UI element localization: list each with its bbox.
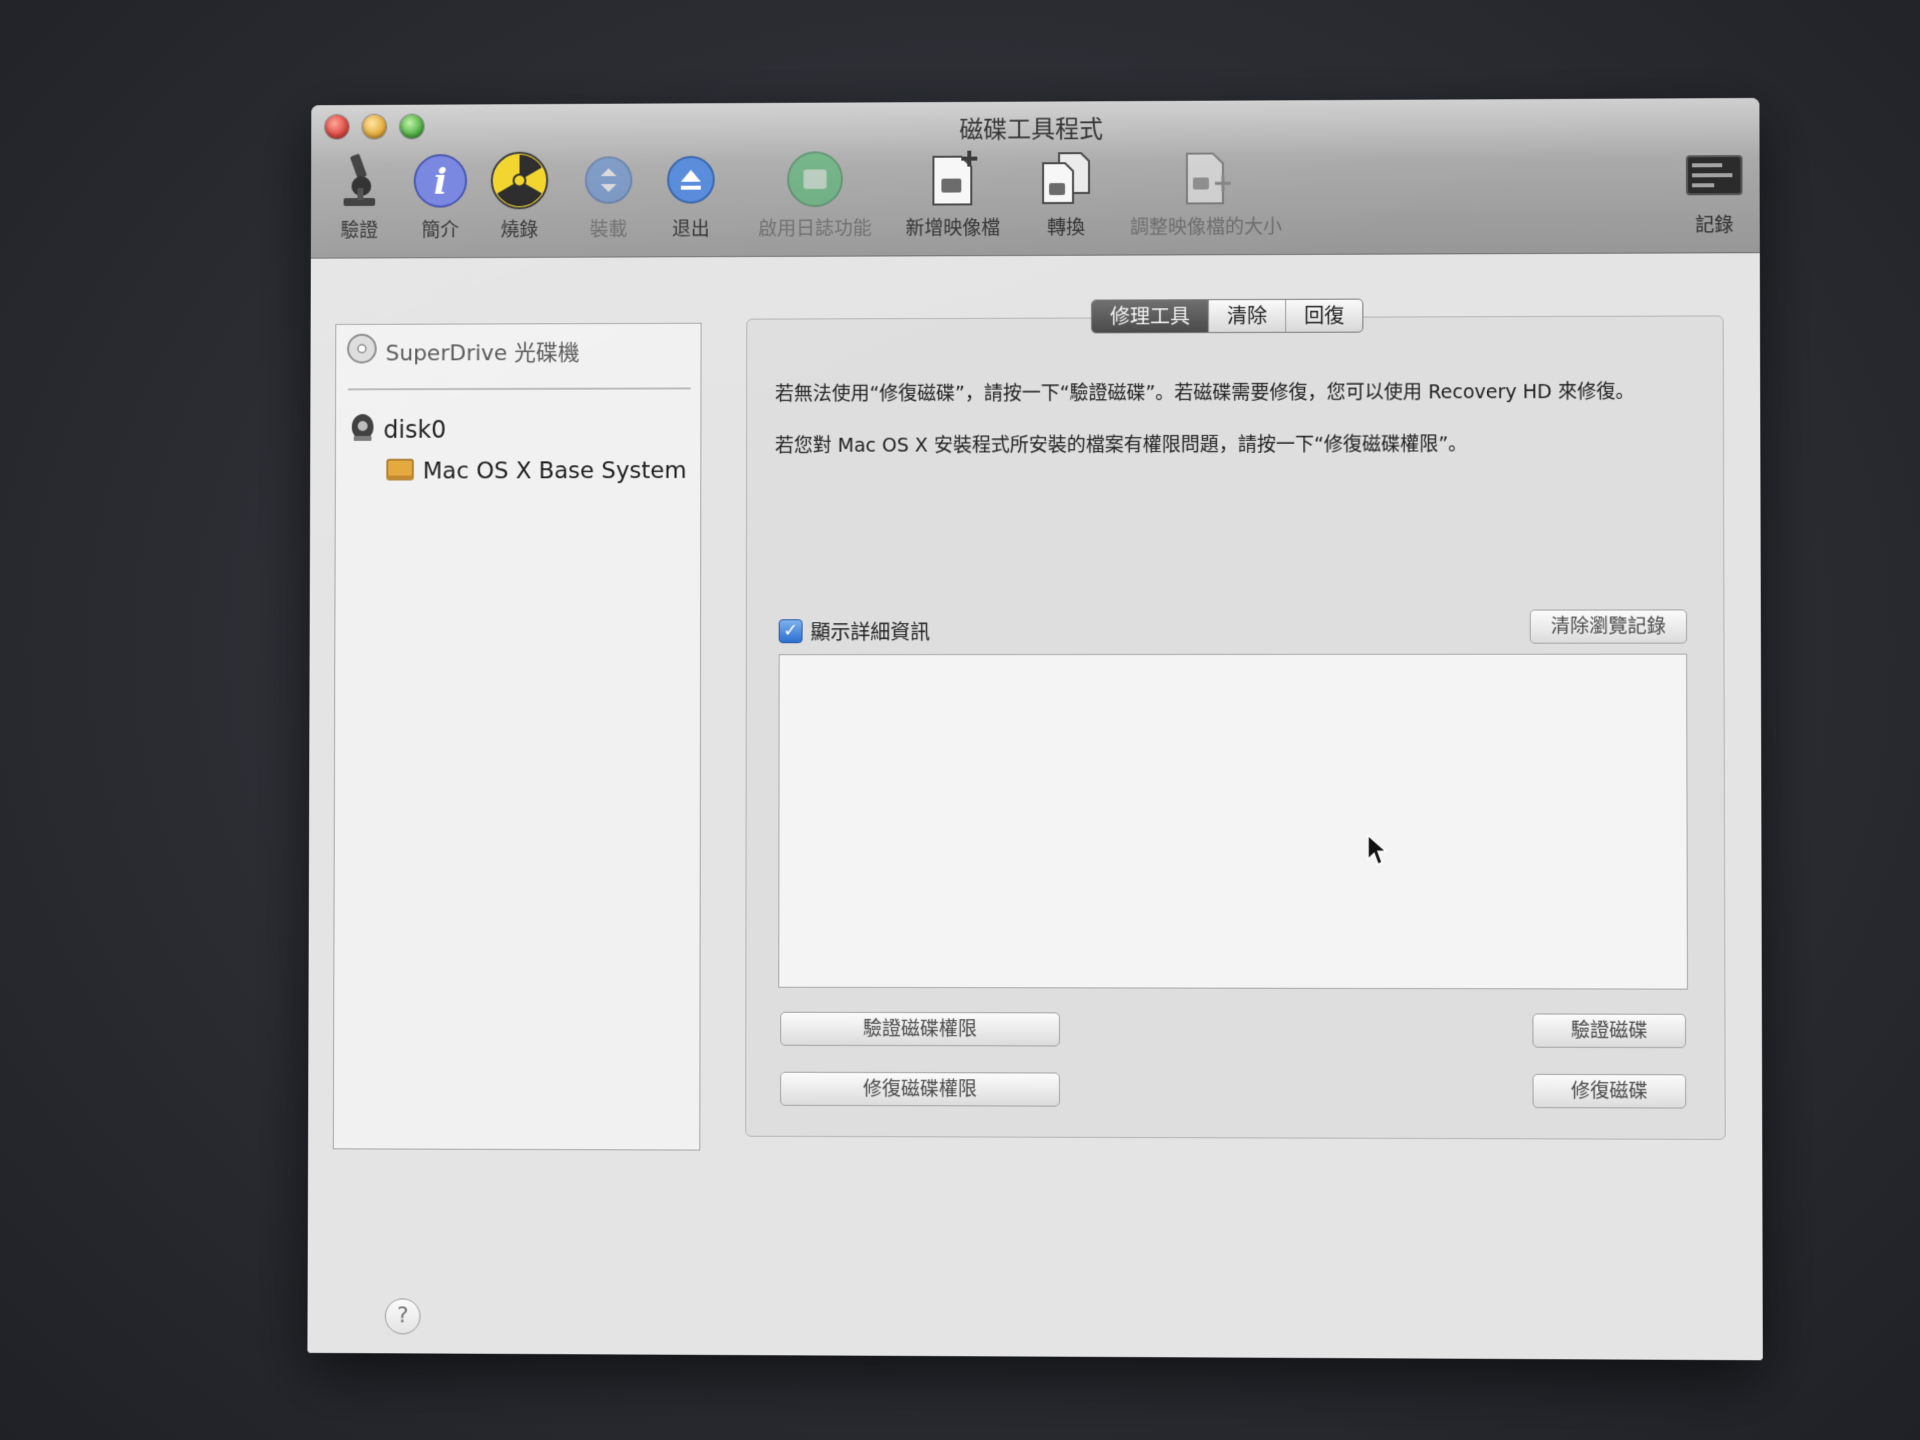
convert-icon: [1037, 149, 1095, 207]
first-aid-description: 若無法使用“修復磁碟”，請按一下“驗證磁碟”。若磁碟需要修復，您可以使用 Rec…: [775, 377, 1682, 483]
toolbar-verify-button[interactable]: 驗證: [331, 152, 389, 242]
toolbar-mount-button[interactable]: 裝載: [580, 151, 638, 242]
first-aid-panel: 若無法使用“修復磁碟”，請按一下“驗證磁碟”。若磁碟需要修復，您可以使用 Rec…: [745, 315, 1726, 1140]
show-details-checkbox[interactable]: ✓: [778, 618, 803, 643]
toolbar-info-button[interactable]: i 簡介: [412, 152, 470, 242]
toolbar-eject-label: 退出: [671, 218, 710, 241]
toolbar-convert-label: 轉換: [1047, 216, 1086, 239]
title-bar: 磁碟工具程式 驗證 i 簡介 燒錄 裝載 退出 啟用日誌功能 新增映像檔 轉換 …: [310, 97, 1760, 259]
tab-first-aid[interactable]: 修理工具: [1092, 300, 1210, 333]
help-button[interactable]: ?: [384, 1298, 421, 1335]
toolbar-convert-button[interactable]: 轉換: [1037, 149, 1095, 240]
sidebar-item-superdrive[interactable]: SuperDrive 光碟機: [346, 332, 580, 370]
mouse-cursor-icon: [1366, 833, 1388, 871]
hard-disk-icon: [350, 412, 376, 448]
new-image-icon: [924, 150, 982, 208]
toolbar-burn-label: 燒錄: [500, 219, 539, 242]
clear-history-button[interactable]: 清除瀏覽記錄: [1529, 609, 1688, 644]
volume-icon: [385, 454, 415, 490]
show-details-label: 顯示詳細資訊: [810, 620, 931, 645]
toolbar-resize-image-button[interactable]: 調整映像檔的大小: [1130, 148, 1282, 239]
info-icon: i: [412, 152, 469, 210]
window-title: 磁碟工具程式: [959, 115, 1103, 144]
svg-text:i: i: [434, 161, 448, 203]
sidebar-item-superdrive-label: SuperDrive 光碟機: [385, 341, 580, 367]
microscope-icon: [331, 152, 388, 210]
toolbar: 驗證 i 簡介 燒錄 裝載 退出 啟用日誌功能 新增映像檔 轉換 調整映像檔的大…: [331, 146, 1740, 252]
sidebar-divider: [347, 387, 691, 391]
repair-permissions-button[interactable]: 修復磁碟權限: [780, 1071, 1060, 1107]
sidebar-item-disk0[interactable]: disk0: [350, 412, 447, 448]
toolbar-resize-image-label: 調整映像檔的大小: [1129, 216, 1283, 239]
sidebar-item-volume[interactable]: Mac OS X Base System: [385, 453, 687, 490]
verify-permissions-button[interactable]: 驗證磁碟權限: [780, 1011, 1060, 1047]
mount-icon: [580, 151, 638, 209]
tab-bar: 修理工具 清除 回復: [1091, 298, 1364, 334]
tab-erase[interactable]: 清除: [1209, 299, 1287, 333]
journaling-icon: [786, 150, 844, 208]
eject-icon: [662, 151, 720, 209]
toolbar-log-button[interactable]: 記錄: [1685, 146, 1744, 237]
first-aid-desc-2: 若您對 Mac OS X 安裝程式所安裝的檔案有權限問題，請按一下“修復磁碟權限…: [774, 433, 1468, 457]
toolbar-eject-button[interactable]: 退出: [662, 151, 720, 242]
resize-image-icon: [1177, 148, 1235, 206]
toolbar-new-image-button[interactable]: 新增映像檔: [906, 150, 1001, 241]
show-details-checkbox-row[interactable]: ✓ 顯示詳細資訊: [778, 616, 931, 645]
burn-icon: [491, 152, 549, 210]
verify-disk-button[interactable]: 驗證磁碟: [1532, 1013, 1687, 1049]
toolbar-verify-label: 驗證: [340, 219, 379, 242]
sidebar-item-volume-label: Mac OS X Base System: [422, 458, 687, 485]
log-icon: [1685, 146, 1744, 204]
toolbar-info-label: 簡介: [421, 219, 460, 242]
first-aid-desc-1: 若無法使用“修復磁碟”，請按一下“驗證磁碟”。若磁碟需要修復，您可以使用 Rec…: [774, 380, 1635, 406]
repair-disk-button[interactable]: 修復磁碟: [1532, 1073, 1687, 1109]
details-log-area[interactable]: [778, 653, 1688, 990]
toolbar-burn-button[interactable]: 燒錄: [491, 152, 549, 242]
toolbar-new-image-label: 新增映像檔: [905, 217, 1001, 240]
main-content: SuperDrive 光碟機 disk0 Mac OS X Base Syste…: [307, 253, 1763, 1361]
sidebar-item-disk0-label: disk0: [383, 415, 447, 444]
toolbar-mount-label: 裝載: [589, 218, 628, 241]
toolbar-log-label: 記錄: [1695, 214, 1734, 237]
toolbar-journaling-button[interactable]: 啟用日誌功能: [758, 150, 872, 241]
disk-utility-window: 磁碟工具程式 驗證 i 簡介 燒錄 裝載 退出 啟用日誌功能 新增映像檔 轉換 …: [307, 97, 1763, 1361]
toolbar-journaling-label: 啟用日誌功能: [758, 217, 872, 241]
optical-disc-icon: [346, 333, 378, 371]
tab-restore[interactable]: 回復: [1286, 300, 1362, 332]
disk-list-sidebar: SuperDrive 光碟機 disk0 Mac OS X Base Syste…: [332, 322, 702, 1151]
